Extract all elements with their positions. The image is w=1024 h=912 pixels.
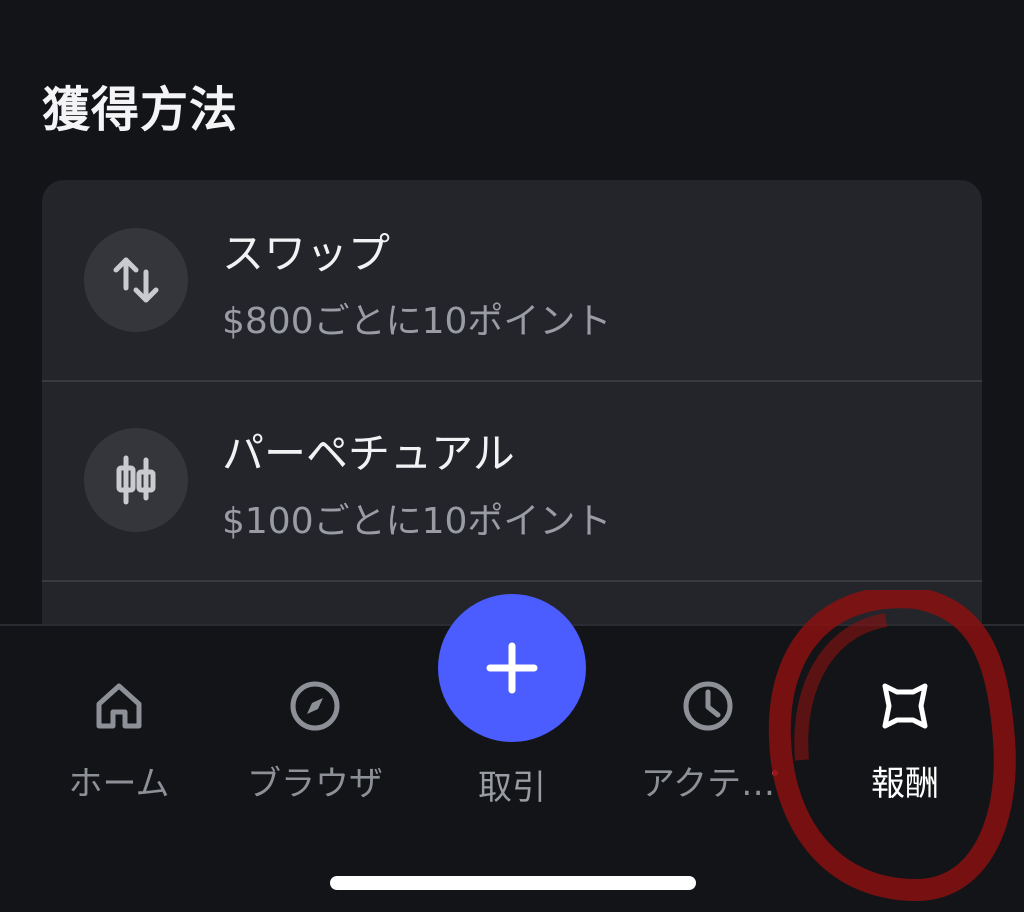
tab-label: ブラウザ xyxy=(247,764,383,804)
candlestick-icon xyxy=(84,428,188,532)
earn-method-subtitle: $100ごとに10ポイント xyxy=(222,501,612,542)
tab-label: アクテ… xyxy=(640,764,776,804)
earn-method-title: パーペチュアル xyxy=(222,429,515,478)
notification-dot xyxy=(772,770,778,776)
trade-label: 取引 xyxy=(478,768,546,808)
rewards-badge-icon xyxy=(877,678,933,734)
earn-method-subtitle: $800ごとに10ポイント xyxy=(222,301,612,342)
swap-arrows-icon xyxy=(84,228,188,332)
section-title: 獲得方法 xyxy=(42,82,239,138)
plus-icon xyxy=(486,642,538,694)
trade-button[interactable] xyxy=(438,594,586,742)
earn-method-swap[interactable]: スワップ $800ごとに10ポイント xyxy=(42,180,982,382)
home-icon xyxy=(91,678,147,734)
earn-method-title: スワップ xyxy=(222,229,391,278)
compass-icon xyxy=(287,678,343,734)
tab-home[interactable]: ホーム xyxy=(19,678,219,818)
earn-method-perpetual[interactable]: パーペチュアル $100ごとに10ポイント xyxy=(42,380,982,582)
rewards-screen: 獲得方法 スワップ $800ごとに10ポイント パーペチュアル $100ごとに1… xyxy=(0,0,1024,912)
tab-browser[interactable]: ブラウザ xyxy=(215,678,415,818)
tab-label: ホーム xyxy=(68,764,170,804)
tab-activity[interactable]: アクテ… xyxy=(608,678,808,818)
tab-label: 報酬 xyxy=(871,764,939,804)
clock-icon xyxy=(680,678,736,734)
tab-rewards[interactable]: 報酬 xyxy=(805,678,1005,818)
home-indicator xyxy=(330,876,696,890)
